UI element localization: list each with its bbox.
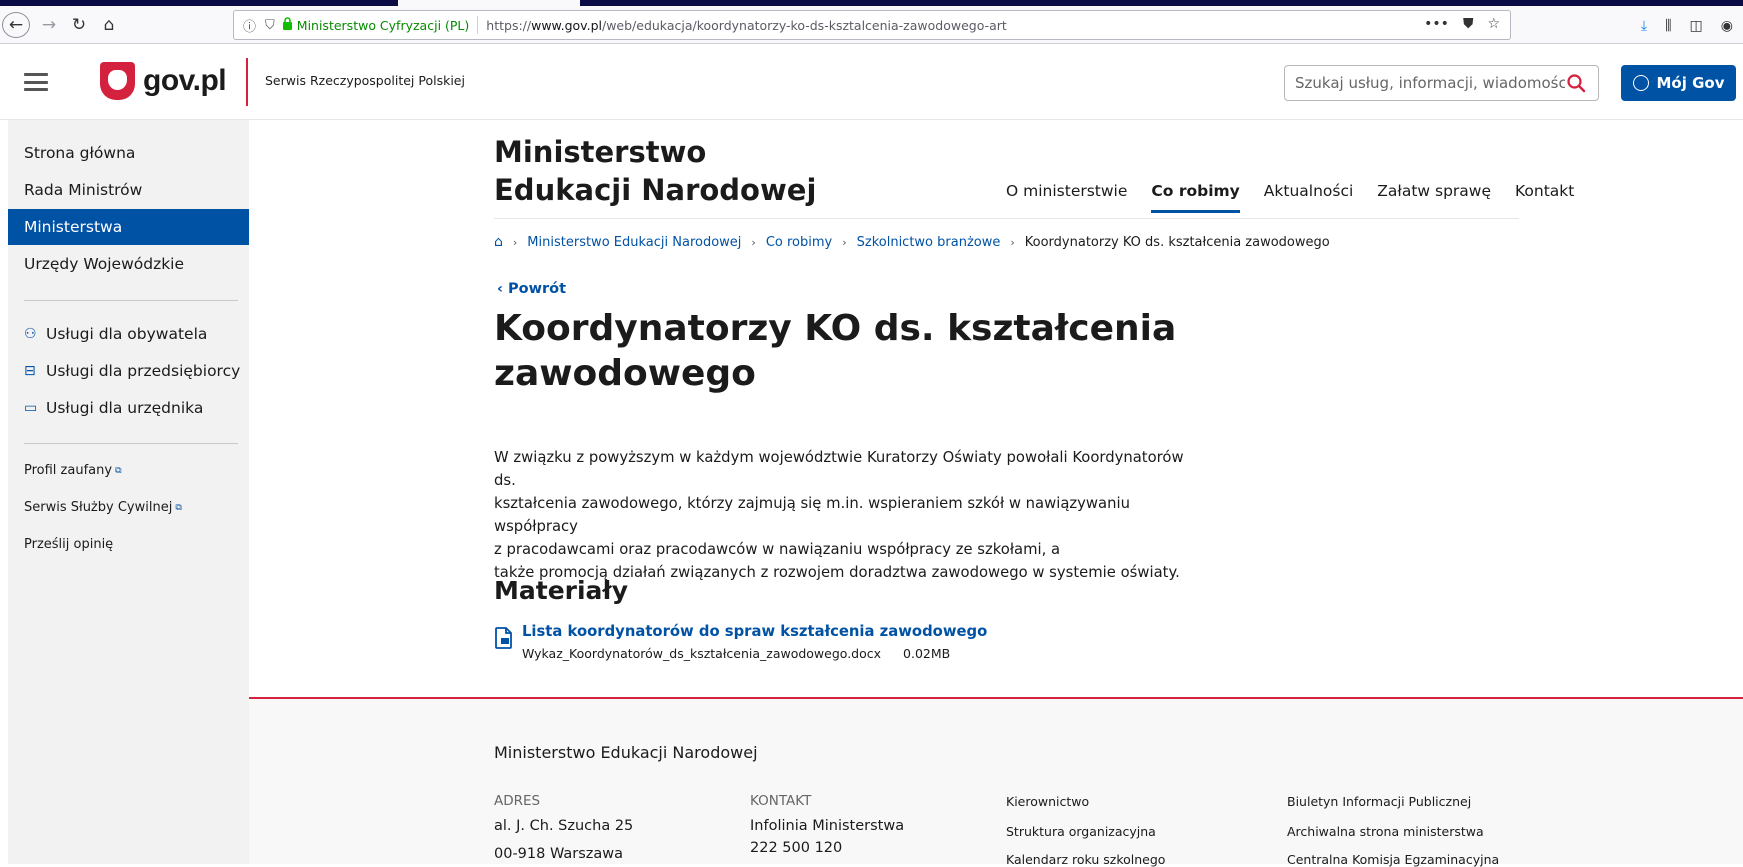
sidebar-item-uslugi-urzednika[interactable]: ▭ Usługi dla urzędnika: [8, 390, 249, 426]
site-header: gov.pl Serwis Rzeczypospolitej Polskiej …: [0, 44, 1743, 120]
breadcrumb-link[interactable]: Co robimy: [766, 235, 832, 250]
search-box: [1284, 65, 1599, 101]
sidebar-divider: [24, 300, 238, 301]
chevron-right-icon: ›: [842, 235, 847, 249]
sidebar-link-sluzba-cywilna[interactable]: Serwis Służby Cywilnej ⧉: [24, 500, 182, 515]
breadcrumb-home-icon[interactable]: ⌂: [494, 234, 503, 250]
url-text[interactable]: https://www.gov.pl/web/edukacja/koordyna…: [486, 18, 1007, 33]
moj-gov-button[interactable]: Mój Gov: [1621, 65, 1736, 101]
page-title: Koordynatorzy KO ds. kształcenia zawodow…: [494, 308, 1177, 394]
back-link[interactable]: ‹ Powrót: [497, 281, 566, 297]
menu-icon[interactable]: [24, 73, 48, 91]
sidebar-item-strona-glowna[interactable]: Strona główna: [8, 135, 249, 171]
sidebar-link-przeslij-opinie[interactable]: Prześlij opinię: [24, 537, 113, 552]
footer-contact-phone: 222 500 120: [750, 840, 843, 856]
footer-contact-heading: KONTAKT: [750, 793, 812, 809]
back-icon[interactable]: ←: [2, 12, 30, 38]
materials-heading: Materiały: [494, 576, 628, 605]
bookmark-star-icon[interactable]: ☆: [1487, 16, 1500, 32]
user-icon: [1632, 75, 1649, 91]
home-icon[interactable]: ⌂: [98, 12, 120, 38]
sidebar-item-ministerstwa[interactable]: Ministerstwa: [8, 209, 249, 245]
extension-icon[interactable]: ◉: [1721, 18, 1733, 34]
footer-link[interactable]: Kierownictwo: [1006, 794, 1089, 809]
search-input[interactable]: [1295, 74, 1565, 92]
pocket-icon[interactable]: ⛊: [1463, 16, 1474, 32]
nav-co-robimy[interactable]: Co robimy: [1151, 182, 1241, 213]
sidebar-link-profil-zaufany[interactable]: Profil zaufany ⧉: [24, 463, 122, 478]
chevron-right-icon: ›: [512, 235, 518, 249]
govpl-logo[interactable]: gov.pl: [100, 62, 227, 100]
footer-link[interactable]: Centralna Komisja Egzaminacyjna: [1287, 852, 1499, 867]
url-bar[interactable]: ⓘ ⛉ Ministerstwo Cyfryzacji (PL) https:/…: [233, 10, 1511, 40]
laptop-icon: ▭: [24, 400, 38, 416]
footer-link[interactable]: Kalendarz roku szkolnego: [1006, 852, 1165, 867]
file-meta: Wykaz_Koordynatorów_ds_kształcenia_zawod…: [522, 646, 950, 661]
sidebar-item-urzedy-wojewodzkie[interactable]: Urzędy Wojewódzkie: [8, 246, 249, 282]
chevron-left-icon: ‹: [497, 281, 503, 297]
library-icon[interactable]: ⫼: [1665, 18, 1671, 34]
file-download-icon[interactable]: [495, 627, 513, 649]
file-name: Wykaz_Koordynatorów_ds_kształcenia_zawod…: [522, 646, 882, 661]
nav-kontakt[interactable]: Kontakt: [1515, 182, 1574, 200]
sidebar-item-rada-ministrow[interactable]: Rada Ministrów: [8, 172, 249, 208]
nav-zalatw-sprawe[interactable]: Załatw sprawę: [1377, 182, 1491, 200]
footer-address-line: 00-918 Warszawa: [494, 846, 624, 862]
header-divider: [246, 58, 248, 106]
breadcrumb-link[interactable]: Ministerstwo Edukacji Narodowej: [527, 235, 741, 250]
sidebar-toggle-icon[interactable]: ◫: [1690, 18, 1703, 34]
ministry-nav: O ministerstwie Co robimy Aktualności Za…: [1006, 182, 1598, 213]
footer-org-name: Ministerstwo Edukacji Narodowej: [494, 743, 758, 762]
chevron-right-icon: ›: [751, 235, 756, 249]
forward-icon[interactable]: →: [38, 12, 60, 38]
sidebar-item-uslugi-obywatela[interactable]: ⚇ Usługi dla obywatela: [8, 316, 249, 352]
breadcrumb-current: Koordynatorzy KO ds. kształcenia zawodow…: [1024, 234, 1330, 250]
browser-toolbar: ← → ↻ ⌂ ⓘ ⛉ Ministerstwo Cyfryzacji (PL)…: [0, 6, 1743, 44]
footer-contact-line: Infolinia Ministerstwa: [750, 818, 905, 834]
site-identity[interactable]: Ministerstwo Cyfryzacji (PL): [297, 18, 470, 33]
url-separator: [477, 16, 479, 34]
nav-aktualnosci[interactable]: Aktualności: [1264, 182, 1354, 200]
page-actions-icon[interactable]: •••: [1424, 16, 1449, 32]
file-download-link[interactable]: Lista koordynatorów do spraw kształcenia…: [522, 623, 987, 640]
footer-address-heading: ADRES: [494, 793, 541, 809]
nav-o-ministerstwie[interactable]: O ministerstwie: [1006, 182, 1127, 200]
footer-link[interactable]: Biuletyn Informacji Publicznej: [1287, 794, 1471, 809]
footer-link[interactable]: Archiwalna strona ministerstwa: [1287, 824, 1484, 839]
eagle-emblem-icon: [100, 62, 135, 100]
shield-icon[interactable]: ⛉: [265, 18, 275, 33]
article-body: W związku z powyższym w każdym województ…: [494, 449, 1184, 581]
reload-icon[interactable]: ↻: [68, 12, 90, 38]
info-icon[interactable]: ⓘ: [243, 16, 256, 35]
external-link-icon: ⧉: [175, 502, 182, 513]
footer: [249, 699, 1743, 864]
breadcrumb: ⌂ › Ministerstwo Edukacji Narodowej › Co…: [494, 234, 1330, 250]
service-name: Serwis Rzeczypospolitej Polskiej: [265, 73, 465, 88]
nav-divider: [494, 218, 1519, 219]
ministry-title[interactable]: Ministerstwo Edukacji Narodowej: [494, 133, 816, 209]
breadcrumb-link[interactable]: Szkolnictwo branżowe: [857, 235, 1001, 250]
sidebar: Strona główna Rada Ministrów Ministerstw…: [8, 120, 249, 864]
footer-link[interactable]: Struktura organizacyjna: [1006, 824, 1156, 839]
footer-address-line: al. J. Ch. Szucha 25: [494, 818, 634, 834]
file-size: 0.02MB: [903, 646, 951, 661]
sidebar-divider: [24, 443, 238, 444]
sidebar-item-uslugi-przedsiebiorcy[interactable]: ⊟ Usługi dla przedsiębiorcy: [8, 353, 249, 389]
briefcase-icon: ⊟: [24, 363, 36, 379]
download-icon[interactable]: ⤓: [1641, 18, 1647, 34]
chevron-right-icon: ›: [1010, 235, 1015, 249]
person-icon: ⚇: [24, 326, 37, 342]
external-link-icon: ⧉: [115, 465, 122, 476]
lock-icon[interactable]: [282, 17, 293, 33]
search-icon[interactable]: [1566, 73, 1586, 93]
